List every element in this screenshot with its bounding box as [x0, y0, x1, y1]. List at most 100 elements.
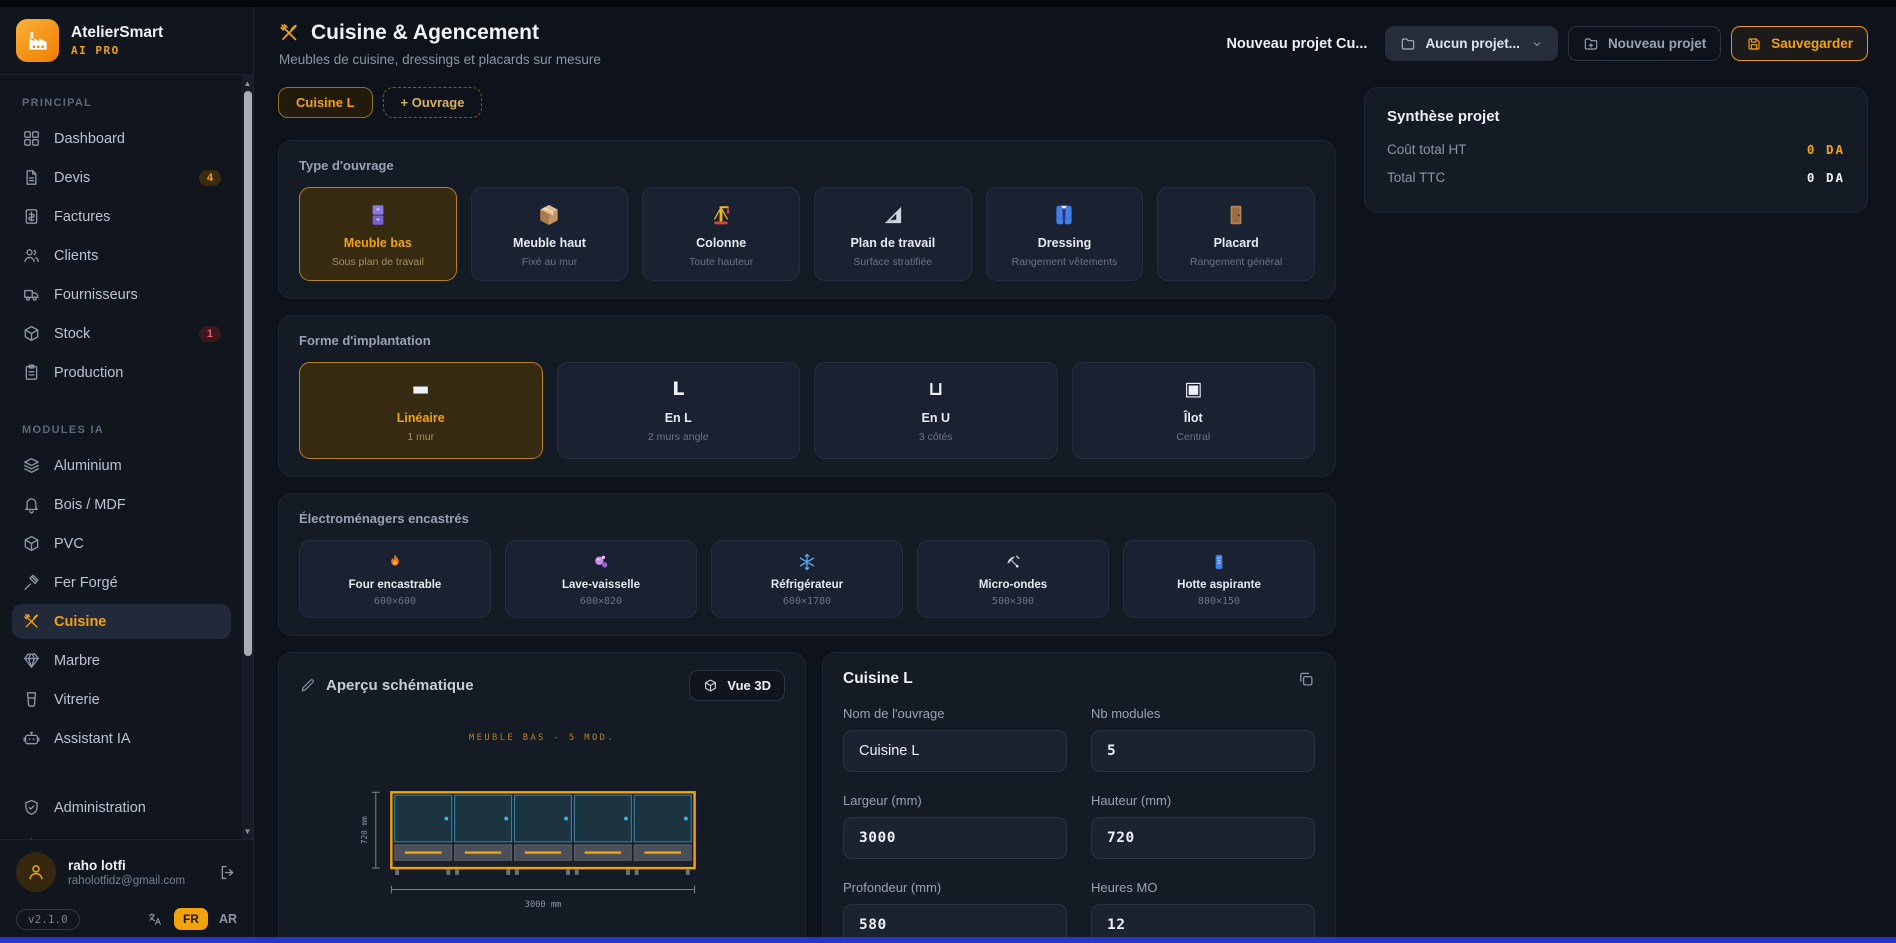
input-hauteur-mm[interactable]: [1091, 817, 1315, 859]
logout-icon[interactable]: [218, 863, 237, 882]
project-name: Nouveau projet Cu...: [1226, 36, 1367, 52]
page-subtitle: Meubles de cuisine, dressings et placard…: [279, 52, 601, 67]
sidebar-item-fer-forge[interactable]: Fer Forgé: [12, 565, 231, 600]
sidebar-item-pvc[interactable]: PVC: [12, 526, 231, 561]
box-icon: [22, 324, 41, 343]
type-card-plan-de-travail[interactable]: Plan de travailSurface stratifiée: [814, 187, 972, 281]
duplicate-icon[interactable]: [1297, 670, 1315, 688]
clipboard-icon: [22, 363, 41, 382]
svg-text:720 mm: 720 mm: [360, 816, 369, 844]
sidebar-scrollbar[interactable]: ▲ ▼: [242, 75, 253, 839]
type-card-meuble-haut[interactable]: Meuble hautFixé au mur: [471, 187, 629, 281]
synthese-value: 0 DA: [1807, 170, 1845, 185]
sidebar-item-fournisseurs[interactable]: Fournisseurs: [12, 277, 231, 312]
sidebar: AtelierSmart AI PRO PRINCIPALDashboardDe…: [0, 7, 254, 943]
sidebar-item-factures[interactable]: Factures: [12, 199, 231, 234]
sidebar-item-bois-mdf[interactable]: Bois / MDF: [12, 487, 231, 522]
field-label: Profondeur (mm): [843, 880, 1067, 895]
card-subtitle: Rangement général: [1166, 256, 1306, 268]
sidebar-item-clients[interactable]: Clients: [12, 238, 231, 273]
glass-icon: [22, 690, 41, 709]
forme-implantation-panel: Forme d'implantation ▬Linéaire1 murLEn L…: [278, 315, 1336, 477]
tab-cuisine-l[interactable]: Cuisine L: [278, 87, 373, 118]
card-title: Four encastrable: [308, 579, 482, 591]
card-subtitle: 600×1780: [720, 596, 894, 607]
brand-name: AtelierSmart: [71, 24, 163, 42]
electro-card-lave-vaisselle[interactable]: Lave-vaisselle600×820: [505, 540, 697, 618]
forme-card-en-u[interactable]: ⊔En U3 côtés: [814, 362, 1058, 459]
sidebar-item-aluminium[interactable]: Aluminium: [12, 448, 231, 483]
language-ar-button[interactable]: AR: [219, 912, 237, 926]
language-switcher: FR AR: [147, 908, 237, 930]
cube-3d-icon: [703, 678, 718, 693]
sidebar-item-label: PVC: [54, 536, 84, 552]
project-select-label: Aucun projet...: [1425, 36, 1520, 51]
schematic-drawing: MEUBLE BAS - 5 MOD. 720 mm 3000 mm: [299, 703, 785, 943]
sidebar-item-label: Fournisseurs: [54, 287, 138, 303]
ouvrage-tabs: Cuisine L + Ouvrage: [278, 87, 1336, 118]
crane-icon: [708, 202, 734, 228]
utensils-icon: [278, 22, 300, 44]
save-icon: [1746, 36, 1762, 52]
scroll-down-icon[interactable]: ▼: [242, 825, 253, 837]
input-nom-de-l-ouvrage[interactable]: [843, 730, 1067, 772]
forme-card-ilot[interactable]: ▣ÎlotCentral: [1072, 362, 1316, 459]
sidebar-item-parametres[interactable]: Paramètres: [12, 829, 231, 839]
save-button[interactable]: Sauvegarder: [1731, 26, 1868, 61]
field-label: Heures MO: [1091, 880, 1315, 895]
box-icon: [22, 534, 41, 553]
electromenagers-cards: Four encastrable600×600Lave-vaisselle600…: [299, 540, 1315, 618]
forme-glyph-en-u: ⊔: [823, 380, 1049, 399]
vue-3d-button[interactable]: Vue 3D: [689, 670, 785, 701]
page-title-block: Cuisine & Agencement Meubles de cuisine,…: [278, 21, 601, 67]
sidebar-item-assistant-ia[interactable]: Assistant IA: [12, 721, 231, 756]
type-card-placard[interactable]: PlacardRangement général: [1157, 187, 1315, 281]
sidebar-item-vitrerie[interactable]: Vitrerie: [12, 682, 231, 717]
type-card-dressing[interactable]: DressingRangement vêtements: [986, 187, 1144, 281]
sidebar-nav-wrap: PRINCIPALDashboardDevis4FacturesClientsF…: [0, 74, 253, 839]
sidebar-item-stock[interactable]: Stock1: [12, 316, 231, 351]
field-label: Largeur (mm): [843, 793, 1067, 808]
cabinet-icon: [365, 202, 391, 228]
sidebar-item-label: Stock: [54, 326, 90, 342]
forme-card-lineaire[interactable]: ▬Linéaire1 mur: [299, 362, 543, 459]
input-nb-modules[interactable]: [1091, 730, 1315, 772]
sidebar-nav: PRINCIPALDashboardDevis4FacturesClientsF…: [0, 75, 253, 839]
electro-card-micro-ondes[interactable]: Micro-ondes500×300: [917, 540, 1109, 618]
sidebar-item-cuisine[interactable]: Cuisine: [12, 604, 231, 639]
sidebar-item-production[interactable]: Production: [12, 355, 231, 390]
type-card-colonne[interactable]: ColonneToute hauteur: [642, 187, 800, 281]
sidebar-item-devis[interactable]: Devis4: [12, 160, 231, 195]
dashboard-icon: [22, 129, 41, 148]
project-select-button[interactable]: Aucun projet...: [1385, 26, 1558, 61]
synthese-panel: Synthèse projet Coût total HT0 DATotal T…: [1364, 87, 1868, 213]
vent-icon: [1209, 552, 1229, 572]
input-largeur-mm[interactable]: [843, 817, 1067, 859]
tab-ouvrage[interactable]: + Ouvrage: [383, 87, 483, 118]
electro-card-four-encastrable[interactable]: Four encastrable600×600: [299, 540, 491, 618]
sidebar-item-label: Paramètres: [54, 839, 129, 840]
card-subtitle: 3 côtés: [823, 431, 1049, 443]
sidebar-item-label: Dashboard: [54, 131, 125, 147]
sidebar-item-marbre[interactable]: Marbre: [12, 643, 231, 678]
field-label: Hauteur (mm): [1091, 793, 1315, 808]
forme-card-en-l[interactable]: LEn L2 murs angle: [557, 362, 801, 459]
main-area: Cuisine & Agencement Meubles de cuisine,…: [254, 7, 1896, 943]
scroll-up-icon[interactable]: ▲: [242, 77, 253, 89]
sidebar-item-label: Devis: [54, 170, 90, 186]
card-subtitle: Toute hauteur: [651, 256, 791, 268]
sidebar-item-label: Assistant IA: [54, 731, 131, 747]
type-card-meuble-bas[interactable]: Meuble basSous plan de travail: [299, 187, 457, 281]
sidebar-item-administration[interactable]: Administration: [12, 790, 231, 825]
electro-card-refrigerateur[interactable]: Réfrigérateur600×1780: [711, 540, 903, 618]
card-title: Meuble haut: [480, 236, 620, 250]
language-fr-button[interactable]: FR: [174, 908, 208, 930]
electro-card-hotte-aspirante[interactable]: Hotte aspirante800×150: [1123, 540, 1315, 618]
new-project-button[interactable]: Nouveau projet: [1568, 26, 1721, 61]
brand-text: AtelierSmart AI PRO: [71, 24, 163, 57]
bottom-row: Aperçu schématique Vue 3D MEUBLE BAS - 5…: [278, 652, 1336, 943]
snowflake-icon: [797, 552, 817, 572]
type-ouvrage-panel: Type d'ouvrage Meuble basSous plan de tr…: [278, 140, 1336, 299]
scrollbar-thumb[interactable]: [244, 91, 252, 656]
sidebar-item-dashboard[interactable]: Dashboard: [12, 121, 231, 156]
